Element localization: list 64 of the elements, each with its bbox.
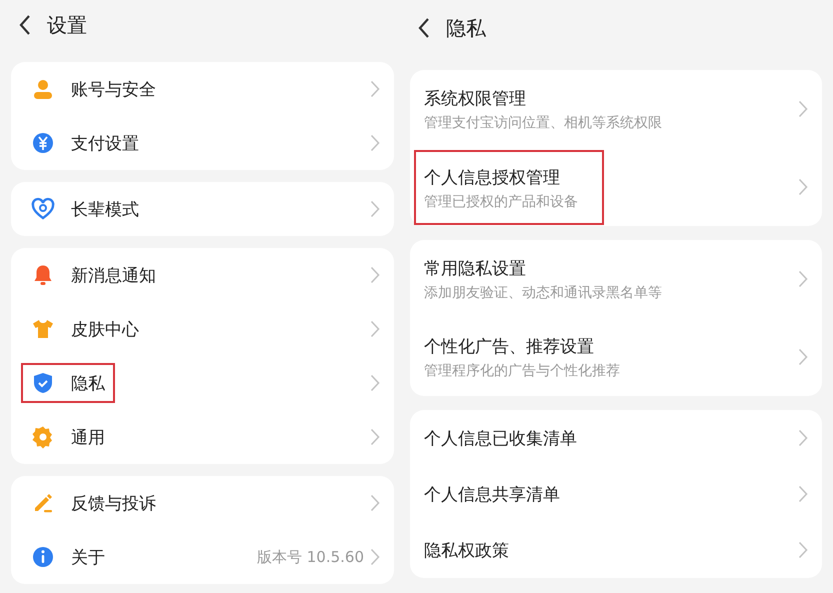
chevron-icon — [798, 485, 808, 503]
chevron-icon — [370, 428, 380, 446]
chevron-icon — [370, 266, 380, 284]
row-label: 新消息通知 — [71, 264, 156, 286]
settings-row[interactable]: 支付设置 — [11, 116, 394, 170]
settings-row[interactable]: 隐私权政策 — [410, 522, 822, 578]
chevron-icon — [370, 80, 380, 98]
row-label: 隐私 — [71, 372, 105, 394]
settings-row[interactable]: 个人信息共享清单 — [410, 466, 822, 522]
chevron-icon — [798, 100, 808, 118]
settings-row[interactable]: 系统权限管理 管理支付宝访问位置、相机等系统权限 — [410, 70, 822, 148]
shirt-icon — [31, 317, 55, 341]
settings-row[interactable]: 通用 — [11, 410, 394, 464]
chevron-icon — [370, 374, 380, 392]
row-label: 个人信息授权管理 — [424, 166, 561, 188]
row-label: 隐私权政策 — [424, 540, 509, 562]
heart-icon — [31, 197, 55, 221]
settings-row[interactable]: 个人信息授权管理 管理已授权的产品和设备 — [410, 148, 822, 226]
chevron-icon — [370, 200, 380, 218]
chevron-icon — [798, 348, 808, 366]
settings-row[interactable]: 关于 版本号 10.5.60 — [11, 530, 394, 584]
row-label: 支付设置 — [71, 132, 139, 154]
back-icon — [19, 14, 31, 36]
chevron-icon — [798, 541, 808, 559]
back-icon — [418, 17, 430, 39]
version-text: 版本号 10.5.60 — [256, 548, 364, 566]
chevron-icon — [370, 320, 380, 338]
row-description: 管理程序化的广告与个性化推荐 — [424, 362, 620, 380]
page-title: 隐私 — [446, 14, 486, 42]
row-label: 通用 — [71, 426, 105, 448]
row-label: 个性化广告、推荐设置 — [424, 336, 595, 358]
row-label: 个人信息共享清单 — [424, 484, 560, 506]
shield-icon — [31, 371, 55, 395]
row-description: 管理已授权的产品和设备 — [424, 192, 578, 210]
chevron-icon — [370, 548, 380, 566]
row-label: 账号与安全 — [71, 78, 156, 100]
settings-row[interactable]: 账号与安全 — [11, 62, 394, 116]
settings-row[interactable]: 个性化广告、推荐设置 管理程序化的广告与个性化推荐 — [410, 318, 822, 396]
chevron-icon — [370, 134, 380, 152]
row-label: 皮肤中心 — [71, 318, 139, 340]
settings-row[interactable]: 隐私 — [11, 356, 394, 410]
settings-row[interactable]: 反馈与投诉 — [11, 476, 394, 530]
info-icon — [31, 545, 55, 569]
settings-row[interactable]: 长辈模式 — [11, 182, 394, 236]
row-label: 系统权限管理 — [424, 88, 527, 110]
row-description: 管理支付宝访问位置、相机等系统权限 — [424, 114, 662, 132]
row-label: 常用隐私设置 — [424, 258, 527, 280]
chevron-icon — [370, 494, 380, 512]
gear-icon — [31, 425, 55, 449]
chevron-icon — [798, 429, 808, 447]
person-icon — [31, 77, 55, 101]
settings-row[interactable]: 新消息通知 — [11, 248, 394, 302]
chevron-icon — [798, 270, 808, 288]
page-title: 设置 — [47, 12, 87, 38]
row-label: 长辈模式 — [71, 198, 139, 220]
row-label: 反馈与投诉 — [71, 492, 156, 514]
settings-row[interactable]: 个人信息已收集清单 — [410, 410, 822, 466]
settings-row[interactable]: 皮肤中心 — [11, 302, 394, 356]
chevron-icon — [798, 178, 808, 196]
row-label: 关于 — [71, 546, 105, 568]
yuan-icon — [31, 131, 55, 155]
row-description: 添加朋友验证、动态和通讯录黑名单等 — [424, 284, 662, 302]
row-label: 个人信息已收集清单 — [424, 428, 577, 450]
settings-row[interactable]: 常用隐私设置 添加朋友验证、动态和通讯录黑名单等 — [410, 240, 822, 318]
